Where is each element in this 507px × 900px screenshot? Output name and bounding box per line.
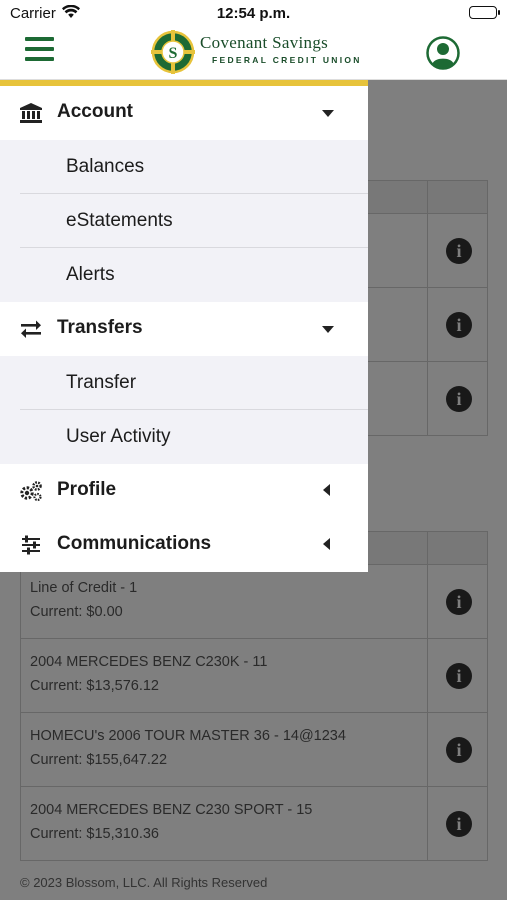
bank-icon xyxy=(18,101,44,125)
caret-down-icon xyxy=(322,110,334,117)
menu-transfers[interactable]: Transfers xyxy=(0,302,368,356)
user-circle-icon[interactable] xyxy=(426,36,460,70)
menu-item-balances[interactable]: Balances xyxy=(0,140,368,194)
svg-text:S: S xyxy=(169,45,178,62)
menu-item-label: Transfer xyxy=(66,372,137,393)
status-bar: Carrier 12:54 p.m. xyxy=(0,0,507,28)
seal-icon: S xyxy=(151,30,195,74)
menu-item-label: eStatements xyxy=(66,210,173,231)
navigation-drawer: Account Balances eStatements Alerts Tran… xyxy=(0,80,368,572)
caret-left-icon xyxy=(323,538,330,550)
menu-item-label: User Activity xyxy=(66,426,171,447)
menu-item-alerts[interactable]: Alerts xyxy=(0,248,368,302)
menu-item-estatements[interactable]: eStatements xyxy=(0,194,368,248)
brand-logo: S Covenant Savings FEDERAL CREDIT UNION xyxy=(150,29,362,75)
logo-title: Covenant Savings xyxy=(200,33,329,52)
app-header: S Covenant Savings FEDERAL CREDIT UNION xyxy=(0,28,507,80)
menu-communications-label: Communications xyxy=(57,533,212,554)
menu-account-label: Account xyxy=(57,101,133,122)
menu-item-user-activity[interactable]: User Activity xyxy=(0,410,368,464)
caret-left-icon xyxy=(323,484,330,496)
caret-down-icon xyxy=(322,326,334,333)
menu-profile[interactable]: Profile xyxy=(0,464,368,518)
menu-communications[interactable]: Communications xyxy=(0,518,368,572)
clock: 12:54 p.m. xyxy=(216,5,291,22)
battery-icon xyxy=(469,6,500,19)
menu-item-label: Balances xyxy=(66,156,145,177)
menu-item-label: Alerts xyxy=(66,264,115,285)
hamburger-icon[interactable] xyxy=(25,37,54,61)
menu-profile-label: Profile xyxy=(57,479,117,500)
logo-subtitle: FEDERAL CREDIT UNION xyxy=(212,55,362,65)
arrows-exchange-icon xyxy=(18,317,44,341)
sliders-icon xyxy=(18,533,44,557)
menu-item-transfer[interactable]: Transfer xyxy=(0,356,368,410)
menu-transfers-label: Transfers xyxy=(57,317,143,338)
gears-icon xyxy=(18,479,44,503)
menu-account[interactable]: Account xyxy=(0,86,368,140)
